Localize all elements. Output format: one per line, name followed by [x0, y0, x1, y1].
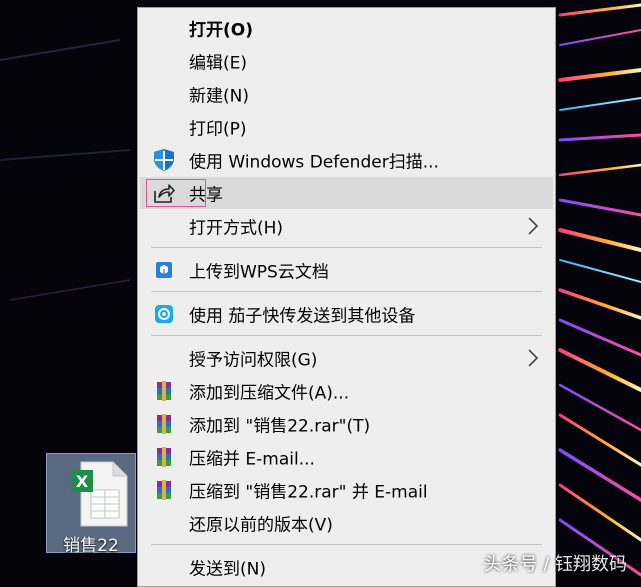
desktop-file-item[interactable]: X 销售22 [46, 453, 136, 556]
watermark-text: 头条号 / 钰翔数码 [483, 554, 627, 575]
menu-item-label: 使用 茄子快传发送到其他设备 [189, 306, 416, 327]
menu-item-shareit[interactable]: 使用 茄子快传发送到其他设备 [140, 298, 553, 330]
shareit-icon [152, 302, 176, 326]
menu-item-label: 打印(P) [189, 119, 247, 140]
chevron-right-icon [527, 348, 539, 368]
winrar-icon [152, 478, 176, 502]
menu-separator [151, 291, 542, 292]
menu-item-label: 添加到 "销售22.rar"(T) [189, 416, 371, 437]
menu-item-grant-access[interactable]: 授予访问权限(G) [140, 342, 553, 374]
excel-file-icon: X [71, 460, 131, 528]
menu-item-label: 压缩并 E-mail... [189, 449, 315, 470]
menu-item-add-to-rar[interactable]: 添加到 "销售22.rar"(T) [140, 408, 553, 440]
menu-separator [151, 544, 542, 545]
desktop-file-name: 销售22 [63, 536, 119, 556]
menu-item-compress-rar-email[interactable]: 压缩到 "销售22.rar" 并 E-mail [140, 474, 553, 506]
menu-item-label: 新建(N) [189, 86, 249, 107]
share-icon [152, 181, 176, 205]
menu-item-new[interactable]: 新建(N) [140, 78, 553, 110]
menu-item-label: 打开方式(H) [189, 218, 284, 239]
menu-item-open[interactable]: 打开(O) [140, 12, 553, 44]
menu-item-open-with[interactable]: 打开方式(H) [140, 210, 553, 242]
menu-item-label: 编辑(E) [189, 53, 248, 74]
menu-item-label: 发送到(N) [189, 559, 266, 580]
winrar-icon [152, 412, 176, 436]
menu-item-restore-previous-versions[interactable]: 还原以前的版本(V) [140, 507, 553, 539]
menu-item-compress-email[interactable]: 压缩并 E-mail... [140, 441, 553, 473]
svg-text:X: X [76, 472, 89, 491]
menu-item-share[interactable]: 共享 [140, 177, 553, 209]
menu-item-label: 添加到压缩文件(A)... [189, 383, 350, 404]
menu-item-label: 使用 Windows Defender扫描... [189, 152, 439, 173]
menu-item-upload-wps[interactable]: 上传到WPS云文档 [140, 254, 553, 286]
menu-item-defender-scan[interactable]: 使用 Windows Defender扫描... [140, 144, 553, 176]
menu-item-add-to-archive[interactable]: 添加到压缩文件(A)... [140, 375, 553, 407]
menu-item-label: 授予访问权限(G) [189, 350, 318, 371]
context-menu: 打开(O) 编辑(E) 新建(N) 打印(P) 使用 Windows Defen… [137, 7, 556, 587]
wps-cloud-icon [152, 258, 176, 282]
menu-item-label: 压缩到 "销售22.rar" 并 E-mail [189, 482, 428, 503]
menu-item-label: 上传到WPS云文档 [189, 262, 329, 283]
menu-separator [151, 335, 542, 336]
chevron-right-icon [527, 216, 539, 236]
menu-item-label: 共享 [189, 185, 223, 206]
menu-separator [151, 247, 542, 248]
winrar-icon [152, 445, 176, 469]
menu-item-edit[interactable]: 编辑(E) [140, 45, 553, 77]
windows-defender-shield-icon [152, 148, 176, 172]
menu-item-label: 还原以前的版本(V) [189, 515, 333, 536]
winrar-icon [152, 379, 176, 403]
menu-item-print[interactable]: 打印(P) [140, 111, 553, 143]
menu-item-label: 打开(O) [189, 20, 253, 41]
